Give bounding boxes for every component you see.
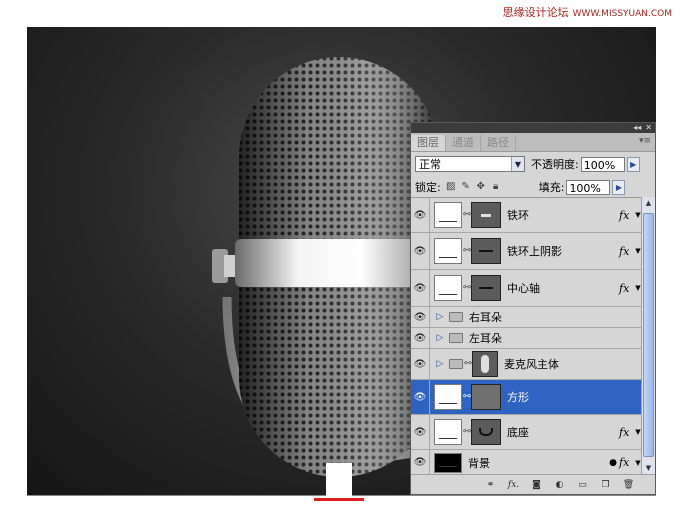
trash-icon[interactable]: 🗑︎ <box>622 479 635 491</box>
eye-icon[interactable]: 👁︎ <box>411 380 430 414</box>
layers-scrollbar[interactable]: ▲ ▼ <box>641 197 655 475</box>
tab-paths[interactable]: 路径 <box>481 135 516 151</box>
fx-icon[interactable]: fx <box>619 456 633 469</box>
mask-thumbnail <box>471 419 501 445</box>
mask-thumbnail <box>471 275 501 301</box>
panel-menu-icon[interactable]: ▾≡ <box>639 136 651 146</box>
layer-row[interactable]: 👁︎ ⚯ 中心轴 fx ▼ <box>411 270 643 307</box>
chain-icon: ⚯ <box>463 210 471 220</box>
eye-icon[interactable]: 👁︎ <box>411 270 430 306</box>
collapse-icon[interactable]: ◂◂ <box>633 123 641 133</box>
expand-triangle-icon[interactable]: ▷ <box>434 333 446 343</box>
folder-icon <box>449 359 463 369</box>
layer-thumbnail <box>434 275 462 301</box>
layer-group-row[interactable]: 👁︎ ▷ 左耳朵 <box>411 328 643 349</box>
eye-icon[interactable]: 👁︎ <box>411 307 430 327</box>
layer-thumbnail <box>434 384 462 410</box>
folder-icon <box>449 312 463 322</box>
layers-list: 👁︎ ⚯ 铁环 fx ▼ 👁︎ ⚯ 铁环上阴影 fx ▼ 👁︎ ⚯ 中心轴 fx ▼ … <box>411 197 643 476</box>
watermark-text: 思缘设计论坛 <box>502 6 569 19</box>
tab-layers[interactable]: 图层 <box>411 135 446 151</box>
chain-icon: ⚯ <box>463 283 471 293</box>
blend-mode-value: 正常 <box>419 158 441 171</box>
move-icon[interactable]: ✥ <box>475 181 487 193</box>
layer-row[interactable]: 👁︎ 背景 ● fx ▼ <box>411 450 643 476</box>
tab-channels[interactable]: 通道 <box>446 135 481 151</box>
scrollbar-thumb[interactable] <box>643 213 654 457</box>
scroll-up-icon[interactable]: ▲ <box>642 197 655 210</box>
layer-name[interactable]: 方形 <box>507 389 643 405</box>
mask-thumbnail <box>471 202 501 228</box>
selected-square-shape <box>326 463 352 497</box>
panel-tabs: 图层 通道 路径 ▾≡ <box>411 133 655 152</box>
opacity-label: 不透明度: <box>531 158 579 171</box>
layer-lock-icon: ● <box>609 457 617 468</box>
layer-row[interactable]: 👁︎ ⚯ 铁环 fx ▼ <box>411 198 643 233</box>
adjustment-icon[interactable]: ◐ <box>553 479 566 491</box>
layer-row[interactable]: 👁︎ ⚯ 铁环上阴影 fx ▼ <box>411 233 643 270</box>
brush-icon[interactable]: ✎ <box>460 181 472 193</box>
link-layers-icon[interactable]: ⚭ <box>484 479 497 491</box>
layer-name[interactable]: 背景 <box>468 455 609 471</box>
eye-icon[interactable]: 👁︎ <box>411 415 430 449</box>
layer-name[interactable]: 铁环 <box>507 207 619 223</box>
close-icon[interactable]: ✕ <box>645 123 652 133</box>
mask-thumbnail <box>471 384 501 410</box>
layer-name[interactable]: 铁环上阴影 <box>507 243 619 259</box>
layers-panel: ◂◂ ✕ 图层 通道 路径 ▾≡ 正常 ▼ 不透明度: 100% ▶ 锁定: ▨… <box>410 122 656 495</box>
folder-icon[interactable]: ▭ <box>576 479 589 491</box>
mask-thumbnail <box>472 351 498 377</box>
expand-triangle-icon[interactable]: ▷ <box>434 359 446 369</box>
chevron-down-icon[interactable]: ▼ <box>511 157 524 171</box>
lock-label: 锁定: <box>415 181 441 194</box>
fx-icon[interactable]: fx <box>619 282 633 295</box>
new-layer-icon[interactable]: ❐ <box>599 479 612 491</box>
lock-transparent-icon[interactable]: ▨ <box>445 181 457 193</box>
fill-input[interactable]: 100% <box>566 179 611 195</box>
layer-row-selected[interactable]: 👁︎ ⚯ 方形 <box>411 380 643 415</box>
panel-titlebar: ◂◂ ✕ <box>411 123 655 133</box>
watermark-url: WWW.MISSYUAN.COM <box>572 9 672 19</box>
watermark: 思缘设计论坛 WWW.MISSYUAN.COM <box>503 4 672 20</box>
eye-icon[interactable]: 👁︎ <box>411 233 430 269</box>
chain-icon: ⚯ <box>463 246 471 256</box>
red-indicator-line <box>314 498 364 501</box>
lock-row: 锁定: ▨ ✎ ✥ 🔒︎ 填充: 100% ▶ <box>411 176 655 198</box>
mask-thumbnail <box>471 238 501 264</box>
layer-name[interactable]: 麦克风主体 <box>504 356 643 372</box>
blend-mode-select[interactable]: 正常 ▼ <box>415 156 525 172</box>
layer-thumbnail <box>434 238 462 264</box>
layer-name[interactable]: 右耳朵 <box>469 309 643 325</box>
folder-icon <box>449 333 463 343</box>
layer-name[interactable]: 左耳朵 <box>469 330 643 346</box>
opacity-slider-button[interactable]: ▶ <box>626 156 640 172</box>
eye-icon[interactable]: 👁︎ <box>411 349 430 379</box>
lock-icon[interactable]: 🔒︎ <box>490 181 502 193</box>
layer-name[interactable]: 中心轴 <box>507 280 619 296</box>
fx-icon[interactable]: fx <box>619 245 633 258</box>
chain-icon: ⚯ <box>463 392 471 402</box>
panel-footer: ⚭ fx. ◙ ◐ ▭ ❐ 🗑︎ <box>411 474 655 494</box>
eye-icon[interactable]: 👁︎ <box>411 450 430 475</box>
layer-group-row[interactable]: 👁︎ ▷ 右耳朵 <box>411 307 643 328</box>
blend-row: 正常 ▼ 不透明度: 100% ▶ <box>411 152 655 176</box>
layer-name[interactable]: 底座 <box>507 424 619 440</box>
mask-icon[interactable]: ◙ <box>530 479 543 491</box>
fx-icon[interactable]: fx <box>619 426 633 439</box>
layer-row[interactable]: 👁︎ ⚯ 底座 fx ▼ <box>411 415 643 450</box>
chain-icon: ⚯ <box>463 427 471 437</box>
eye-icon[interactable]: 👁︎ <box>411 198 430 232</box>
layer-thumbnail <box>434 202 462 228</box>
fx-icon[interactable]: fx <box>619 209 633 222</box>
fill-label: 填充: <box>538 181 565 194</box>
expand-triangle-icon[interactable]: ▷ <box>434 312 446 322</box>
layer-thumbnail <box>434 419 462 445</box>
fx-icon[interactable]: fx. <box>507 479 520 491</box>
fill-slider-button[interactable]: ▶ <box>612 179 626 195</box>
background-thumbnail <box>434 452 462 473</box>
layer-group-row[interactable]: 👁︎ ▷ ⚯ 麦克风主体 <box>411 349 643 380</box>
chain-icon: ⚯ <box>464 359 472 369</box>
eye-icon[interactable]: 👁︎ <box>411 328 430 348</box>
opacity-input[interactable]: 100% <box>580 156 625 172</box>
